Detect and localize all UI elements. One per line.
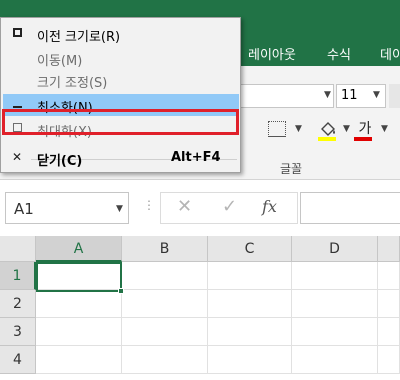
grid-cell[interactable] <box>36 290 122 318</box>
grid-cell[interactable] <box>378 318 400 346</box>
grid-cell[interactable] <box>292 346 378 374</box>
fill-color-dropdown-icon[interactable]: ▼ <box>343 124 350 134</box>
grid-cell[interactable] <box>378 346 400 374</box>
column-header-c[interactable]: C <box>208 236 292 262</box>
grid-cell[interactable] <box>122 262 208 290</box>
name-box[interactable]: A1 <box>5 192 129 224</box>
column-header-e[interactable] <box>378 236 400 262</box>
fill-handle[interactable] <box>118 288 124 294</box>
system-menu: 이전 크기로(R) 이동(M) 크기 조정(S) 최소화(N) 최대화(X) ✕… <box>0 17 241 173</box>
grid-cell[interactable] <box>208 346 292 374</box>
formula-input[interactable] <box>300 192 400 224</box>
grid-cell[interactable] <box>292 262 378 290</box>
grid-cell[interactable] <box>208 262 292 290</box>
column-header-a[interactable]: A <box>36 236 122 262</box>
tab-formulas[interactable]: 수식 <box>327 44 351 63</box>
cancel-icon[interactable]: ✕ <box>177 196 192 217</box>
font-group-label: 글꼴 <box>280 162 303 176</box>
tab-data[interactable]: 데이 <box>380 44 400 63</box>
grid-cell[interactable] <box>36 318 122 346</box>
name-box-dropdown-icon[interactable]: ▼ <box>116 204 123 214</box>
menu-item-restore[interactable]: 이전 크기로(R) <box>3 23 239 45</box>
font-size-dropdown-icon[interactable]: ▼ <box>373 90 380 100</box>
restore-icon <box>11 27 23 39</box>
menu-item-label: 이동(M) <box>37 54 83 69</box>
grid-cell[interactable] <box>208 318 292 346</box>
font-color-dropdown-icon[interactable]: ▼ <box>381 124 388 134</box>
grid-cell[interactable] <box>36 346 122 374</box>
font-name-box[interactable] <box>236 84 334 108</box>
grid-cell[interactable] <box>378 290 400 318</box>
row-header-3[interactable]: 3 <box>0 318 36 346</box>
menu-item-move[interactable]: 이동(M) <box>3 47 239 69</box>
grid-cell[interactable] <box>292 318 378 346</box>
row-header-1[interactable]: 1 <box>0 262 36 290</box>
menu-item-size[interactable]: 크기 조정(S) <box>3 69 239 91</box>
grid-cell[interactable] <box>122 346 208 374</box>
column-header-b[interactable]: B <box>122 236 208 262</box>
column-header-d[interactable]: D <box>292 236 378 262</box>
grid-cell[interactable] <box>208 290 292 318</box>
borders-dropdown-icon[interactable]: ▼ <box>295 124 302 134</box>
grid-cell[interactable] <box>122 318 208 346</box>
row-header-2[interactable]: 2 <box>0 290 36 318</box>
enter-icon[interactable]: ✓ <box>222 196 237 217</box>
grid-cell[interactable] <box>378 262 400 290</box>
menu-item-close[interactable]: ✕ 닫기(C) Alt+F4 <box>3 147 239 169</box>
select-all-corner[interactable] <box>0 236 36 262</box>
active-cell-a1[interactable] <box>36 262 122 292</box>
grid-cell[interactable] <box>292 290 378 318</box>
tab-page-layout[interactable]: 레이아웃 <box>248 44 296 63</box>
menu-item-label: 크기 조정(S) <box>37 76 108 91</box>
highlight-annotation <box>2 109 239 135</box>
close-icon: ✕ <box>11 150 23 164</box>
insert-function-icon[interactable]: fx <box>262 197 277 216</box>
borders-icon[interactable] <box>268 121 286 137</box>
font-grow-button[interactable] <box>389 84 400 108</box>
grid-cell[interactable] <box>122 290 208 318</box>
row-header-4[interactable]: 4 <box>0 346 36 374</box>
menu-item-label: 닫기(C) <box>37 154 83 169</box>
font-name-dropdown-icon[interactable]: ▼ <box>324 90 331 100</box>
fill-color-swatch <box>318 137 336 141</box>
formula-bar-splitter[interactable]: ⋮ <box>143 198 155 212</box>
font-color-swatch <box>354 137 372 141</box>
menu-item-shortcut: Alt+F4 <box>171 150 221 165</box>
menu-item-label: 이전 크기로(R) <box>37 30 121 45</box>
